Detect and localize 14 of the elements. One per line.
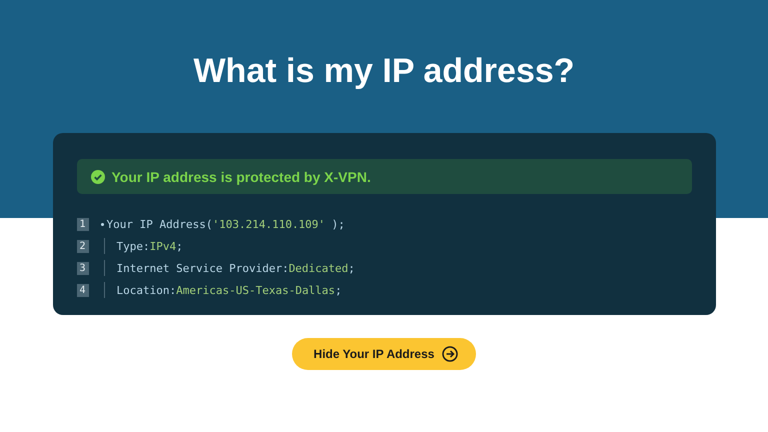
code-line: Type:IPv4; [116, 240, 183, 252]
code-line: Your IP Address('103.214.110.109' ); [106, 218, 345, 230]
hide-ip-button[interactable]: Hide Your IP Address [292, 338, 476, 370]
arrow-circle-icon [442, 346, 458, 362]
code-line: Location:Americas-US-Texas-Dallas; [116, 284, 342, 296]
status-text: Your IP address is protected by X-VPN. [112, 168, 371, 184]
page-title: What is my IP address? [193, 51, 575, 92]
line-number: 1 [76, 218, 88, 230]
line-number: 4 [76, 284, 88, 296]
check-circle-icon [90, 170, 104, 184]
line-number: 2 [76, 240, 88, 252]
code-line: Internet Service Provider:Dedicated; [116, 262, 355, 274]
bullet-icon [100, 222, 104, 226]
line-number: 3 [76, 262, 88, 274]
